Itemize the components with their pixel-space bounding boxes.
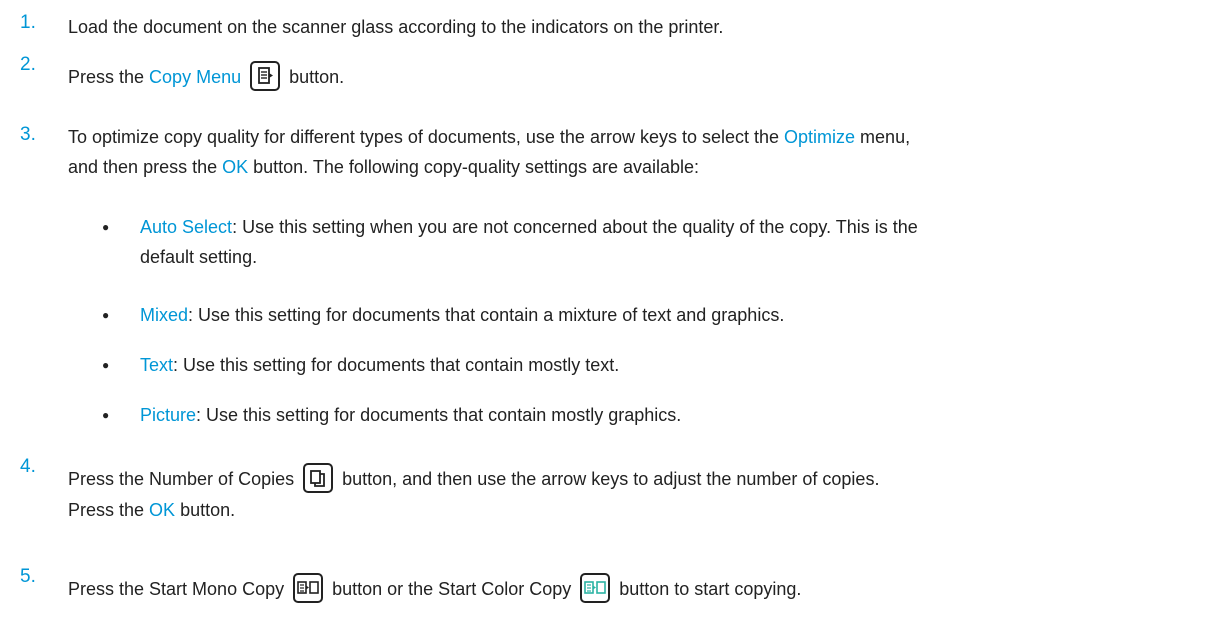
step-4-post: button, and then use the arrow keys to a…	[337, 469, 880, 489]
mixed-link[interactable]: Mixed	[140, 305, 188, 325]
step-2-pre: Press the	[68, 67, 150, 87]
option-text: Mixed: Use this setting for documents th…	[140, 300, 1190, 330]
step-1-text: Load the document on the scanner glass a…	[68, 17, 724, 37]
step-4-line2-pre: Press the	[68, 500, 150, 521]
auto-select-desc: : Use this setting when you are not conc…	[232, 217, 918, 237]
auto-select-desc-2: default setting.	[140, 247, 258, 267]
step-3-mid: menu,	[855, 127, 911, 147]
step-5-mid: button or the Start Color Copy	[327, 579, 577, 599]
step-5-post: button to start copying.	[614, 579, 802, 599]
bullet: ●	[102, 358, 110, 372]
step-3-line2-pre: and then press the	[68, 157, 223, 177]
number-of-copies-icon	[303, 463, 334, 494]
bullet: ●	[102, 408, 110, 422]
step-number: 4.	[20, 456, 36, 477]
step-2-post: button.	[284, 67, 345, 87]
picture-desc: : Use this setting for documents that co…	[196, 405, 682, 425]
ok-link[interactable]: OK	[149, 500, 175, 520]
step-3-line2-post: button. The following copy-quality setti…	[248, 157, 700, 177]
step-number: 5.	[20, 566, 36, 587]
step-4-line2-post: button.	[175, 500, 236, 521]
step-text: Press the Copy Menu button.	[68, 61, 1178, 93]
optimize-link[interactable]: Optimize	[784, 127, 855, 147]
mixed-desc: : Use this setting for documents that co…	[188, 305, 785, 325]
step-5-pre: Press the Start Mono Copy	[68, 579, 290, 599]
step-number: 2.	[20, 54, 36, 75]
step-text: Press the Start Mono Copy button or the …	[68, 573, 1178, 605]
start-mono-copy-icon	[293, 573, 324, 604]
bullet: ●	[102, 308, 110, 322]
ok-link[interactable]: OK	[222, 157, 248, 177]
step-text: Press the Number of Copies button, and t…	[68, 463, 1178, 525]
start-color-copy-icon	[580, 573, 611, 604]
step-number: 1.	[20, 12, 36, 33]
text-desc: : Use this setting for documents that co…	[173, 355, 620, 375]
copy-menu-link[interactable]: Copy Menu	[149, 67, 241, 87]
option-text: Picture: Use this setting for documents …	[140, 400, 1190, 430]
text-link[interactable]: Text	[140, 355, 173, 375]
copy-menu-icon	[250, 61, 281, 92]
picture-link[interactable]: Picture	[140, 405, 196, 425]
option-text: Text: Use this setting for documents tha…	[140, 350, 1190, 380]
step-number: 3.	[20, 124, 36, 145]
option-text: Auto Select: Use this setting when you a…	[140, 212, 1190, 272]
step-4-pre: Press the Number of Copies	[68, 469, 300, 489]
auto-select-link[interactable]: Auto Select	[140, 217, 232, 237]
bullet: ●	[102, 220, 110, 234]
step-text: To optimize copy quality for different t…	[68, 122, 1178, 182]
step-text: Load the document on the scanner glass a…	[68, 12, 1178, 42]
step-3-pre: To optimize copy quality for different t…	[68, 127, 785, 147]
